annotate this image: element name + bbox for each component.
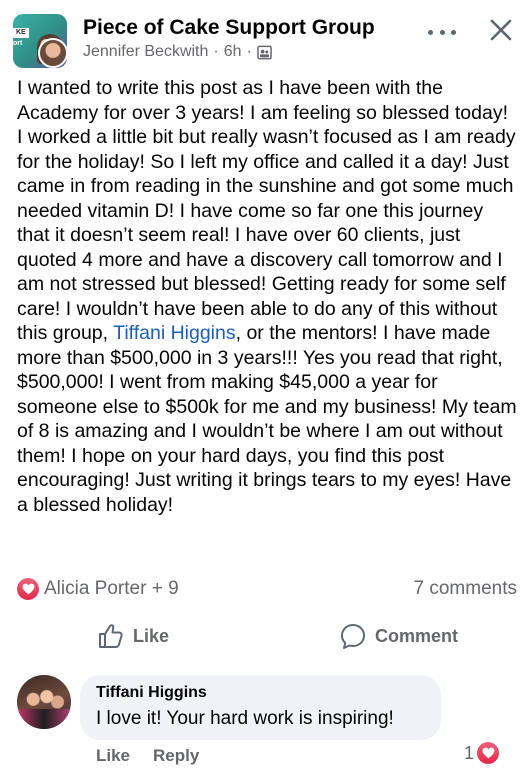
- group-name[interactable]: Piece of Cake Support Group: [83, 16, 375, 40]
- comment-reaction-count: 1: [464, 742, 475, 763]
- comment-actions: Like Reply: [96, 746, 199, 766]
- post-time[interactable]: 6h: [224, 43, 242, 61]
- commenter-name[interactable]: Tiffani Higgins: [96, 684, 425, 702]
- close-icon[interactable]: [487, 16, 515, 44]
- like-label: Like: [133, 625, 170, 646]
- meta-separator: ·: [213, 43, 219, 60]
- more-options-icon[interactable]: [428, 24, 456, 40]
- author-avatar[interactable]: [38, 38, 68, 68]
- comment-bubble-icon: [341, 624, 365, 649]
- comment-text: I love it! Your hard work is inspiring!: [96, 708, 394, 729]
- reactions-summary: Alicia Porter + 9 7 comments: [17, 576, 517, 602]
- heart-icon: [17, 578, 39, 600]
- commenter-avatar[interactable]: [17, 675, 71, 729]
- post-text-part-2: , or the mentors! I have made more than …: [17, 322, 517, 516]
- comment-label: Comment: [375, 625, 459, 646]
- comment-reactions[interactable]: 1: [464, 742, 500, 764]
- group-avatar-label: KE: [13, 28, 29, 38]
- reactors-link[interactable]: Alicia Porter + 9: [44, 578, 179, 600]
- post-body: I wanted to write this post as I have be…: [17, 76, 517, 517]
- comment-count-link[interactable]: 7 comments: [414, 578, 517, 600]
- comment-bubble[interactable]: Tiffani Higgins I love it! Your hard wor…: [80, 675, 441, 740]
- like-button[interactable]: Like: [97, 618, 169, 654]
- heart-icon: [477, 742, 500, 764]
- mention-link[interactable]: Tiffani Higgins: [113, 322, 235, 344]
- group-avatar-sublabel: ort: [13, 40, 23, 47]
- comment-button[interactable]: Comment: [339, 618, 458, 654]
- post-actions: Like Comment: [0, 618, 531, 658]
- post-header: KE ort Piece of Cake Support Group Jenni…: [0, 0, 531, 72]
- comment-reply-button[interactable]: Reply: [153, 746, 199, 766]
- meta-separator-2: ·: [246, 43, 252, 60]
- thumbs-up-icon: [99, 624, 123, 648]
- group-privacy-icon: [257, 45, 272, 59]
- post-meta: Jennifer Beckwith · 6h ·: [83, 43, 272, 61]
- author-name[interactable]: Jennifer Beckwith: [83, 43, 208, 61]
- post-text-part-1: I wanted to write this post as I have be…: [17, 77, 516, 344]
- comment-like-button[interactable]: Like: [96, 746, 130, 766]
